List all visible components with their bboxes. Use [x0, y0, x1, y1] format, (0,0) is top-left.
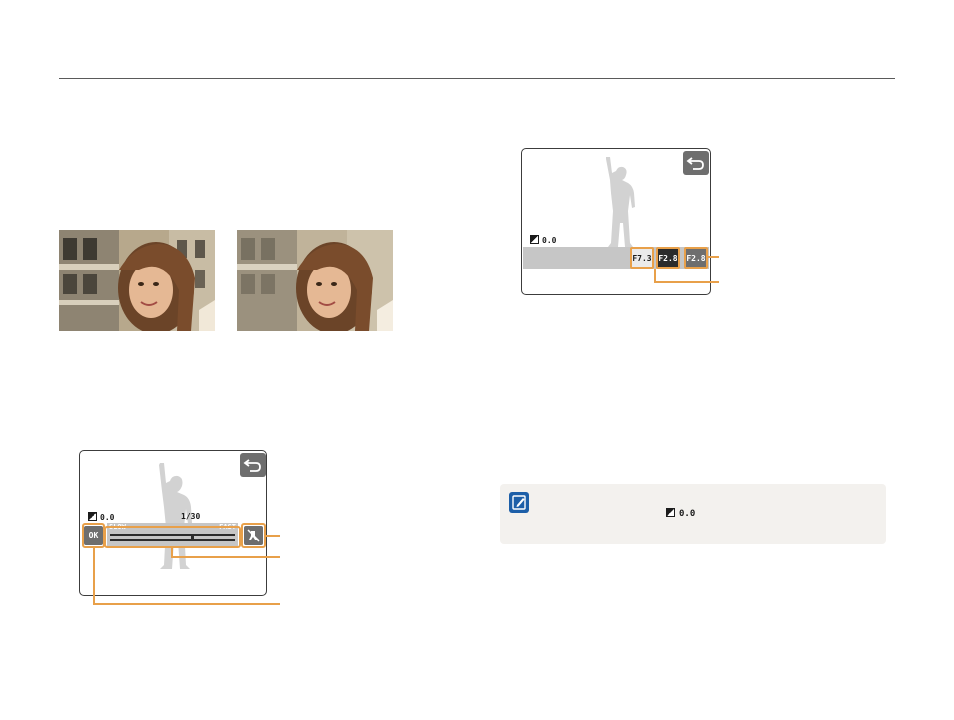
exposure-icon [530, 235, 539, 244]
callout-line [93, 548, 95, 605]
back-arrow-icon [686, 157, 704, 170]
ev-indicator: 0.0 [530, 235, 556, 246]
back-button[interactable] [240, 453, 266, 477]
note-ev-indicator: 0.0 [666, 508, 695, 519]
ev-indicator: 0.0 [88, 512, 114, 523]
callout-line [171, 556, 280, 558]
camera-screen-aperture: 0.0 [521, 148, 711, 295]
back-button[interactable] [683, 151, 709, 175]
aperture-option-f2-8[interactable]: F2.8 [656, 247, 680, 269]
back-arrow-icon [243, 459, 261, 472]
callout-line [93, 603, 280, 605]
callout-line [707, 256, 719, 258]
note-icon [509, 492, 529, 513]
sample-photo-shallow-focus [237, 230, 393, 331]
callout-line [654, 281, 719, 283]
exposure-icon [666, 508, 675, 517]
aperture-current-value: F2.8 [684, 247, 708, 269]
shutter-speed-value: 1/30 [181, 512, 201, 521]
aperture-option-f7-3[interactable]: F7.3 [630, 247, 654, 269]
camera-screen-shutter: 0.0 1/30 SLOW FAST OK [79, 450, 267, 596]
sample-photo-deep-focus [59, 230, 215, 331]
header-rule [59, 78, 895, 79]
slider-callout-box [104, 526, 241, 548]
shake-callout-box [241, 523, 266, 548]
exposure-icon [88, 512, 97, 521]
callout-line [266, 535, 280, 537]
note-box: 0.0 [500, 484, 886, 544]
aperture-panel [523, 247, 709, 269]
person-silhouette [606, 157, 635, 247]
ok-callout-box [82, 523, 105, 548]
